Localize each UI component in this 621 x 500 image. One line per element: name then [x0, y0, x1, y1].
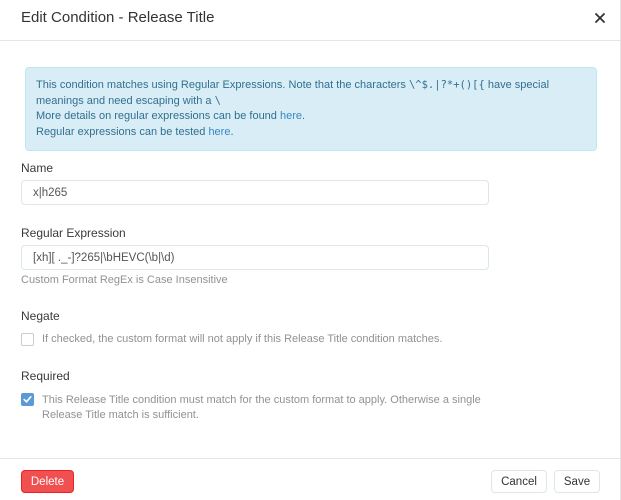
required-label: Required — [21, 369, 70, 383]
delete-button[interactable]: Delete — [21, 470, 74, 493]
required-help-text: This Release Title condition must match … — [42, 394, 481, 421]
name-label: Name — [21, 161, 54, 175]
close-button[interactable] — [590, 9, 610, 29]
escape-character: \ — [214, 94, 221, 107]
regex-input[interactable] — [21, 245, 489, 270]
modal-title: Edit Condition - Release Title — [21, 9, 215, 26]
special-characters: \^$.|?*+()[{ — [408, 79, 485, 91]
negate-checkbox[interactable] — [21, 333, 34, 346]
modal-footer: Delete Cancel Save — [0, 458, 621, 500]
save-button[interactable]: Save — [554, 470, 600, 493]
info-text: This condition matches using Regular Exp… — [36, 79, 409, 91]
regex-help-text: Custom Format RegEx is Case Insensitive — [21, 274, 228, 286]
edit-condition-modal: Edit Condition - Release Title This cond… — [0, 0, 621, 500]
info-line-2: More details on regular expressions can … — [36, 109, 586, 125]
info-text: More details on regular expressions can … — [36, 110, 280, 122]
modal-header: Edit Condition - Release Title — [0, 0, 621, 41]
info-line-3: Regular expressions can be tested here. — [36, 125, 586, 141]
regex-info-alert: This condition matches using Regular Exp… — [25, 67, 597, 151]
check-icon — [23, 393, 32, 407]
info-text: . — [230, 125, 234, 138]
info-line-1: This condition matches using Regular Exp… — [36, 78, 586, 109]
regex-tester-link[interactable]: here — [208, 126, 230, 138]
name-input[interactable] — [21, 180, 489, 205]
cancel-button[interactable]: Cancel — [491, 470, 547, 493]
info-text: . — [302, 110, 306, 122]
info-text: Regular expressions can be tested — [36, 125, 209, 138]
close-icon — [595, 12, 605, 26]
required-checkbox[interactable] — [21, 393, 34, 406]
regex-details-link[interactable]: here — [280, 110, 302, 122]
negate-help-text: If checked, the custom format will not a… — [42, 333, 443, 345]
negate-label: Negate — [21, 309, 60, 323]
regex-label: Regular Expression — [21, 226, 126, 240]
